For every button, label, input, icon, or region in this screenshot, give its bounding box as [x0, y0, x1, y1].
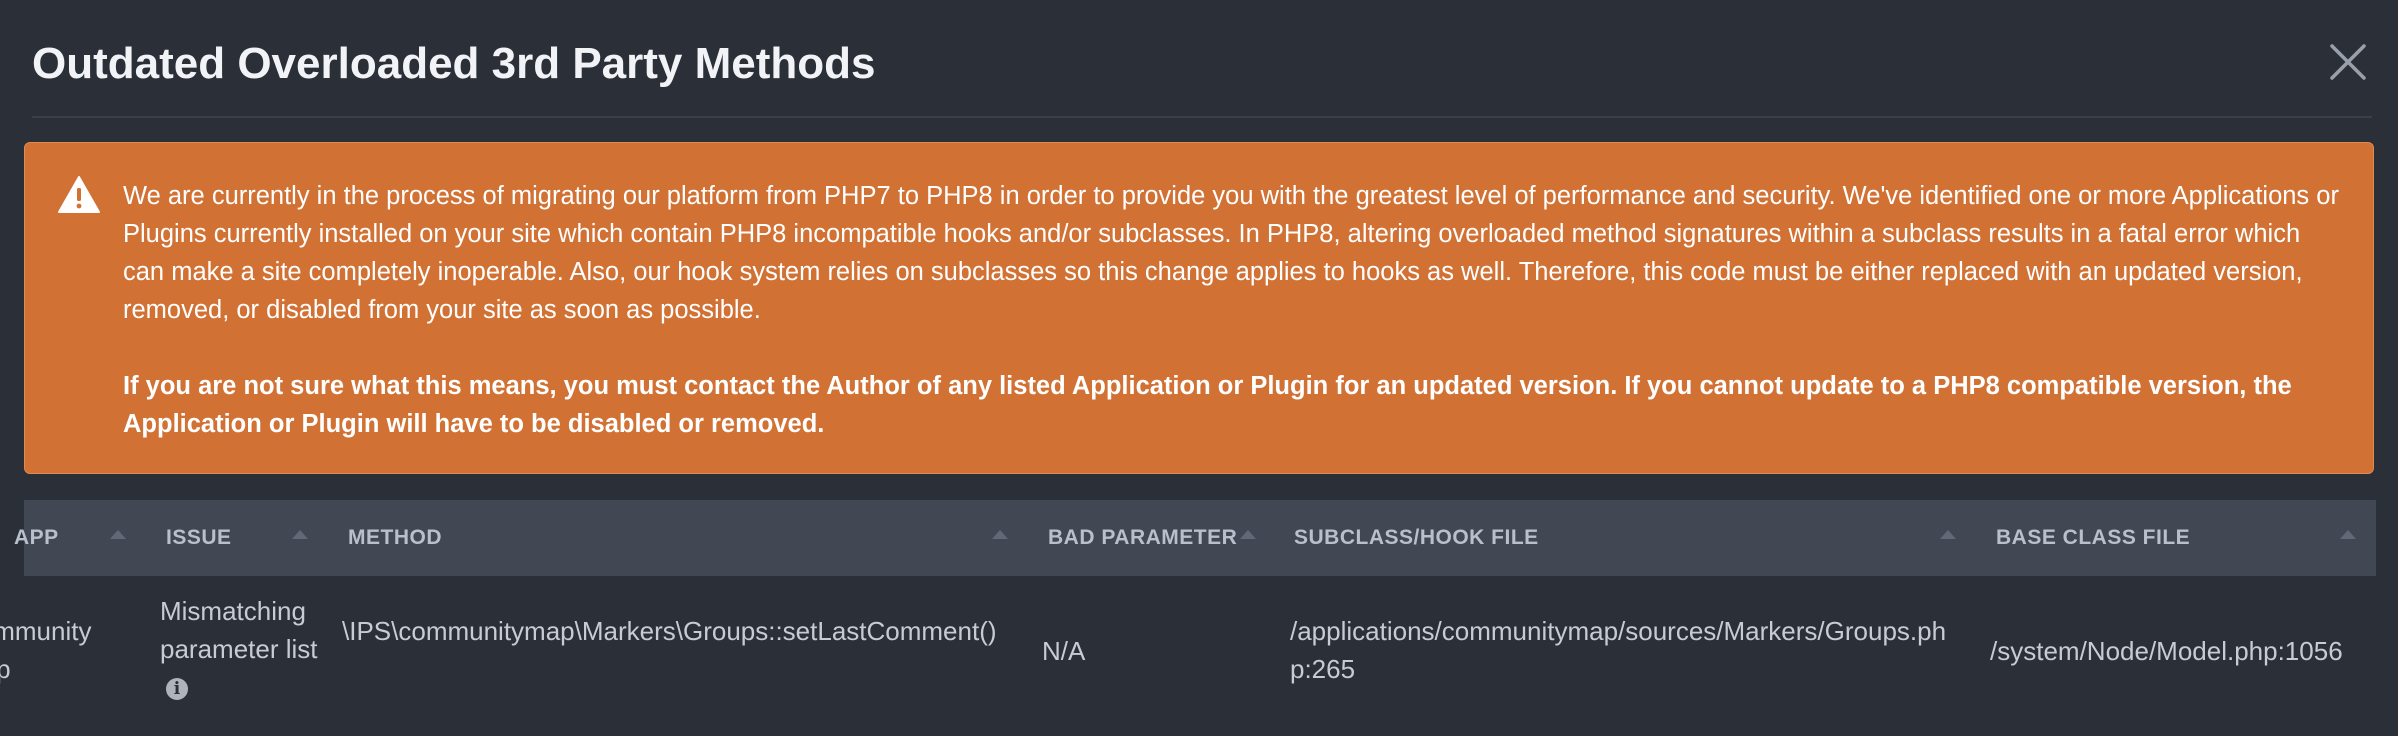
column-header-base-class-file[interactable]: BASE CLASS FILE [1996, 500, 2190, 576]
column-header-label: APP [14, 526, 59, 549]
cell-issue: Mismatching parameter list i [160, 592, 330, 706]
cell-base-class-file: /system/Node/Model.php:1056 [1990, 636, 2343, 666]
cell-app: Community Map [0, 616, 92, 684]
column-header-subclass-file[interactable]: SUBCLASS/HOOK FILE [1294, 500, 1539, 576]
modal-dialog: Outdated Overloaded 3rd Party Methods We… [0, 0, 2398, 736]
methods-table: APP ISSUE METHOD BAD PARAMETER SUBCLASS/… [0, 500, 2376, 736]
alert-text: We are currently in the process of migra… [123, 177, 2343, 443]
sort-icon[interactable] [1940, 530, 1956, 539]
info-icon[interactable]: i [166, 678, 188, 701]
column-header-method[interactable]: METHOD [348, 500, 442, 576]
table-header: APP ISSUE METHOD BAD PARAMETER SUBCLASS/… [14, 500, 2376, 576]
column-header-label: BASE CLASS FILE [1996, 526, 2191, 549]
warning-icon [57, 175, 101, 215]
column-header-label: ISSUE [166, 526, 232, 549]
column-header-bad-parameter[interactable]: BAD PARAMETER [1048, 500, 1237, 576]
alert-message: We are currently in the process of migra… [123, 182, 2339, 324]
dialog-header: Outdated Overloaded 3rd Party Methods [32, 0, 2372, 118]
column-header-label: SUBCLASS/HOOK FILE [1294, 526, 1539, 549]
sort-icon[interactable] [2340, 530, 2356, 539]
sort-icon[interactable] [110, 530, 126, 539]
issue-text: Mismatching parameter list [160, 596, 318, 664]
cell-subclass-file: /applications/communitymap/sources/Marke… [1290, 616, 1947, 684]
close-icon[interactable] [2324, 38, 2372, 86]
warning-alert: We are currently in the process of migra… [24, 142, 2374, 474]
column-header-app[interactable]: APP [14, 500, 59, 576]
sort-icon[interactable] [992, 530, 1008, 539]
table-row: Community Map Mismatching parameter list… [0, 576, 2376, 736]
sort-icon[interactable] [1240, 530, 1256, 539]
alert-strong-message: If you are not sure what this means, you… [123, 372, 2292, 438]
cell-bad-parameter: N/A [1042, 636, 1086, 666]
dialog-title: Outdated Overloaded 3rd Party Methods [32, 39, 876, 88]
sort-icon[interactable] [292, 530, 308, 539]
column-header-label: METHOD [348, 526, 442, 549]
column-header-label: BAD PARAMETER [1048, 526, 1238, 549]
cell-method: \IPS\communitymap\Markers\Groups::setLas… [342, 616, 997, 646]
column-header-issue[interactable]: ISSUE [166, 500, 232, 576]
